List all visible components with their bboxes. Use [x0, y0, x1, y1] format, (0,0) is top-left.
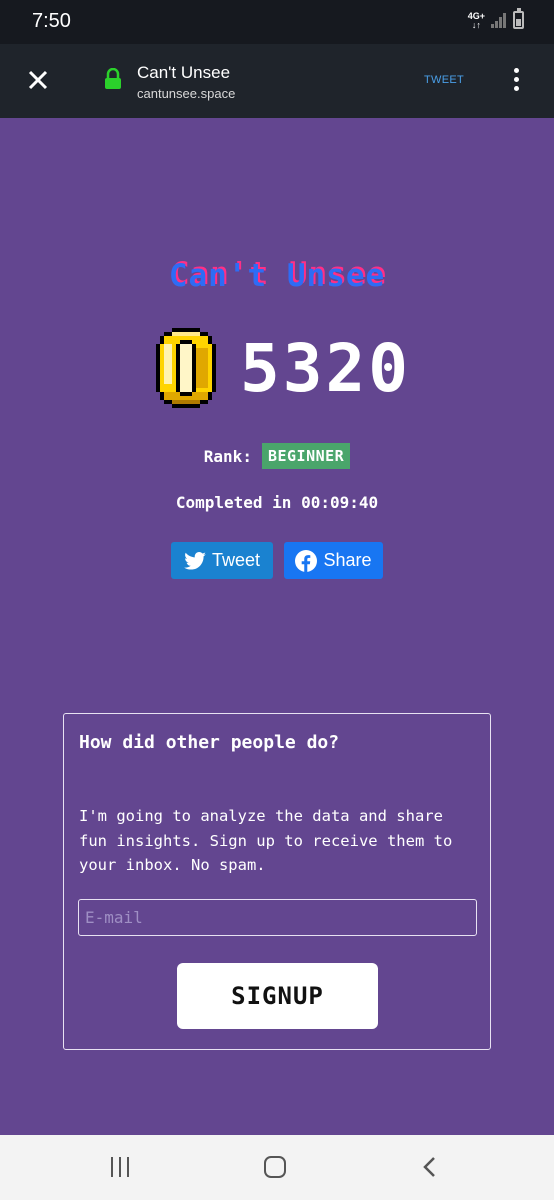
lock-icon: [104, 67, 122, 90]
recents-icon[interactable]: [109, 1157, 131, 1177]
status-time: 7:50: [32, 10, 71, 32]
rank-badge: BEGINNER: [261, 443, 351, 469]
rank-row: Rank: BEGINNER: [0, 443, 554, 469]
signup-description: I'm going to analyze the data and share …: [79, 807, 453, 874]
home-icon[interactable]: [264, 1156, 286, 1178]
twitter-bird-icon: [184, 551, 206, 570]
status-icons: 4G+ ↓↑: [467, 8, 524, 30]
status-bar: 7:50 4G+ ↓↑: [0, 0, 554, 44]
more-vert-icon[interactable]: [508, 68, 524, 94]
tweet-button[interactable]: Tweet: [171, 542, 273, 579]
signal-icon: [491, 12, 507, 28]
rank-label: Rank:: [203, 446, 252, 466]
facebook-icon: [295, 549, 318, 572]
page-url: cantunsee.space: [137, 86, 236, 101]
score-value: 5320: [240, 330, 411, 407]
signup-card: How did other people do? I'm going to an…: [63, 713, 491, 1050]
page-title: Can't Unsee: [137, 63, 231, 82]
game-title: Can't Unsee: [168, 258, 386, 294]
system-nav-bar: [0, 1135, 554, 1200]
data-arrows-icon: 4G+ ↓↑: [467, 10, 485, 30]
signup-button[interactable]: SIGNUP: [177, 963, 378, 1029]
facebook-share-button[interactable]: Share: [284, 542, 383, 579]
coin-icon: [156, 327, 216, 409]
close-icon[interactable]: [22, 64, 54, 96]
signup-title: How did other people do?: [79, 732, 340, 753]
toolbar-tweet-button[interactable]: TWEET: [424, 74, 464, 86]
battery-icon: [513, 8, 524, 29]
share-button-label: Share: [323, 550, 372, 570]
tweet-button-label: Tweet: [211, 550, 261, 570]
completed-time-text: Completed in 00:09:40: [175, 493, 379, 512]
back-icon[interactable]: [420, 1155, 440, 1179]
email-input[interactable]: [78, 899, 477, 936]
custom-tab-toolbar: Can't Unsee cantunsee.space TWEET: [0, 44, 554, 118]
